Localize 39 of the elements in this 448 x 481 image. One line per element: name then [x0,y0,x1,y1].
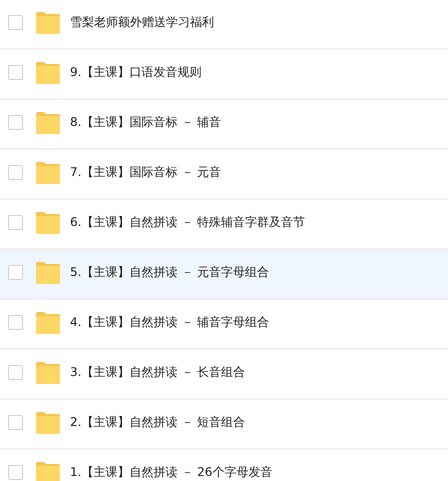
file-row[interactable]: 4.【主课】自然拼读 － 辅音字母组合 [0,300,448,350]
checkbox[interactable] [8,64,23,80]
checkbox[interactable] [8,464,23,480]
checkbox[interactable] [8,364,23,380]
folder-icon [36,312,60,334]
folder-icon [36,362,60,384]
folder-icon [36,112,60,134]
file-row[interactable]: 2.【主课】自然拼读 － 短音组合 [0,400,448,450]
folder-icon [36,62,60,84]
file-name[interactable]: 2.【主课】自然拼读 － 短音组合 [70,414,246,430]
file-row[interactable]: 1.【主课】自然拼读 － 26个字母发音 [0,450,448,481]
file-row[interactable]: 5.【主课】自然拼读 － 元音字母组合 [0,250,448,300]
folder-icon [36,212,60,234]
file-name[interactable]: 7.【主课】国际音标 － 元音 [70,164,222,180]
file-row[interactable]: 8.【主课】国际音标 － 辅音 [0,100,448,150]
file-name[interactable]: 9.【主课】口语发音规则 [70,64,202,80]
folder-icon [36,162,60,184]
file-name[interactable]: 3.【主课】自然拼读 － 长音组合 [70,364,246,380]
checkbox[interactable] [8,14,23,30]
file-name[interactable]: 6.【主课】自然拼读 － 特殊辅音字群及音节 [70,214,306,230]
checkbox[interactable] [8,264,23,280]
file-name[interactable]: 5.【主课】自然拼读 － 元音字母组合 [70,264,270,280]
file-row[interactable]: 3.【主课】自然拼读 － 长音组合 [0,350,448,400]
checkbox[interactable] [8,414,23,430]
file-name[interactable]: 8.【主课】国际音标 － 辅音 [70,114,222,130]
folder-icon [36,12,60,34]
folder-icon [36,412,60,434]
checkbox[interactable] [8,314,23,330]
checkbox[interactable] [8,214,23,230]
file-row[interactable]: 雪梨老师额外赠送学习福利 [0,0,448,50]
file-row[interactable]: 9.【主课】口语发音规则 [0,50,448,100]
checkbox[interactable] [8,114,23,130]
file-row[interactable]: 7.【主课】国际音标 － 元音 [0,150,448,200]
folder-icon [36,262,60,284]
file-name[interactable]: 1.【主课】自然拼读 － 26个字母发音 [70,464,272,480]
file-name[interactable]: 4.【主课】自然拼读 － 辅音字母组合 [70,314,270,330]
checkbox[interactable] [8,164,23,180]
folder-icon [36,462,60,481]
file-name[interactable]: 雪梨老师额外赠送学习福利 [70,14,214,30]
